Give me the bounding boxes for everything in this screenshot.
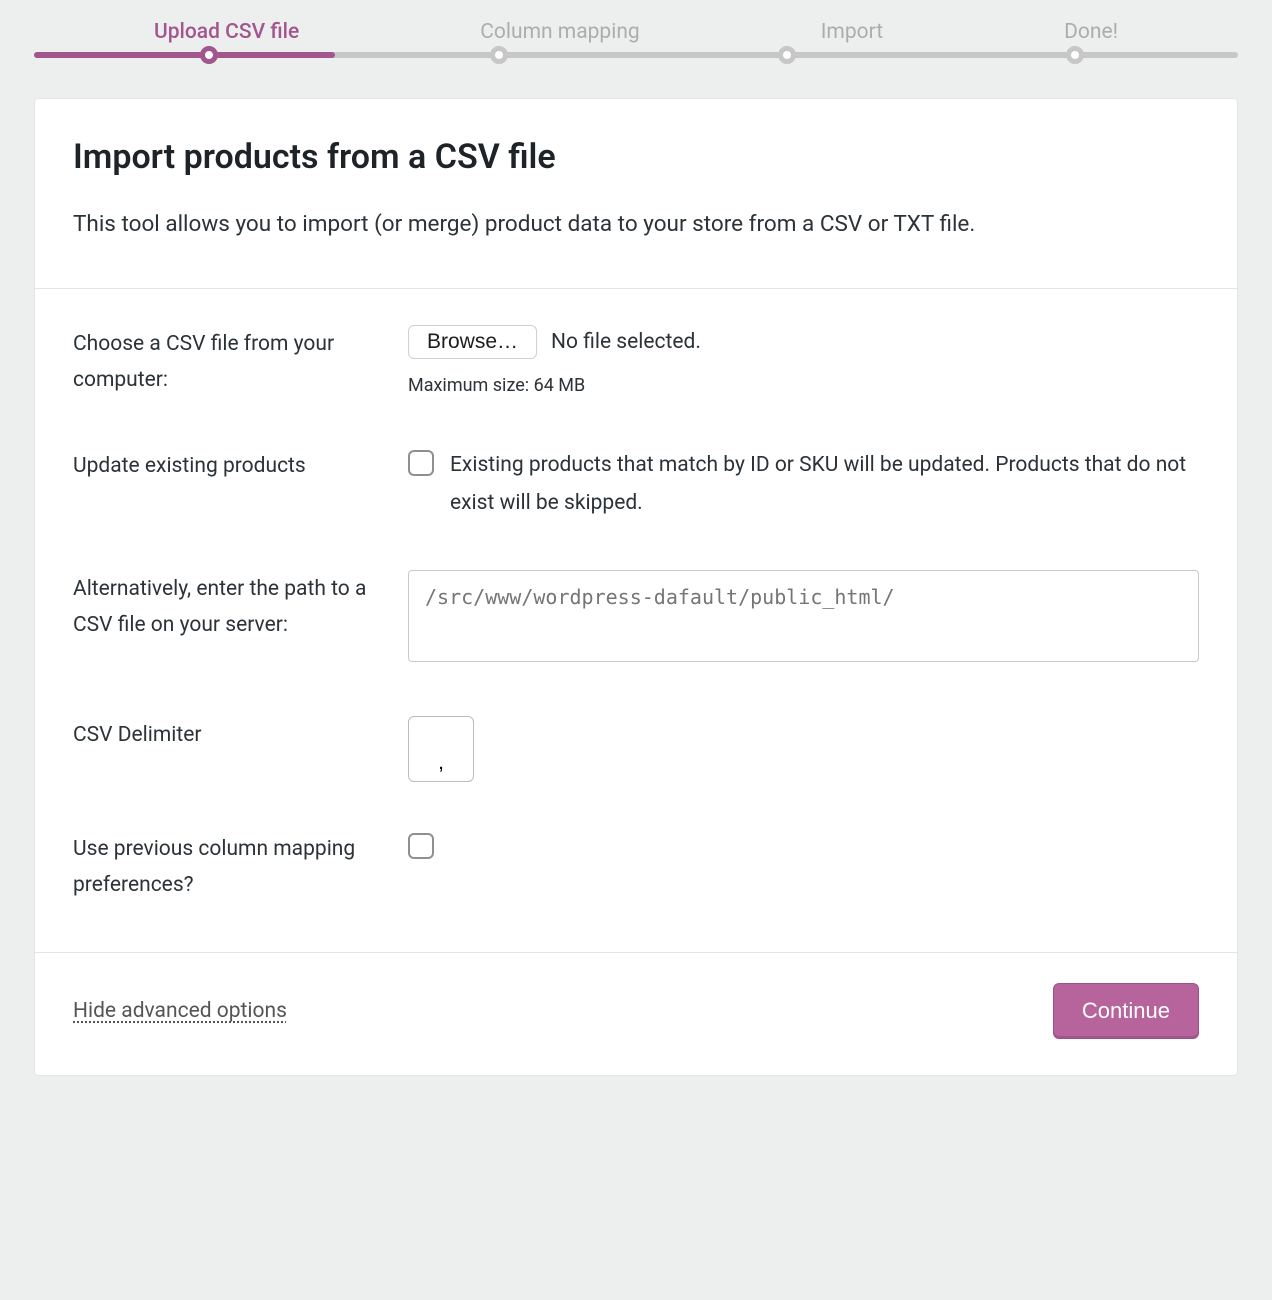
choose-file-label: Choose a CSV file from your computer: <box>73 325 408 398</box>
delimiter-input[interactable] <box>408 716 474 782</box>
server-path-label: Alternatively, enter the path to a CSV f… <box>73 570 408 643</box>
stepper: Upload CSV file Column mapping Import Do… <box>34 20 1238 62</box>
continue-button[interactable]: Continue <box>1053 983 1199 1039</box>
card-header: Import products from a CSV file This too… <box>35 99 1237 289</box>
page-title: Import products from a CSV file <box>73 137 1199 177</box>
import-card: Import products from a CSV file This too… <box>34 98 1238 1076</box>
step-dot-import <box>778 46 796 64</box>
update-existing-description: Existing products that match by ID or SK… <box>450 447 1199 523</box>
browse-button[interactable]: Browse… <box>408 325 537 359</box>
prev-mapping-checkbox[interactable] <box>408 833 434 859</box>
step-dot-done <box>1066 46 1084 64</box>
server-path-input[interactable] <box>408 570 1199 662</box>
prev-mapping-label: Use previous column mapping preferences? <box>73 830 408 903</box>
toggle-advanced-link[interactable]: Hide advanced options <box>73 999 287 1023</box>
card-body: Choose a CSV file from your computer: Br… <box>35 289 1237 951</box>
row-prev-mapping: Use previous column mapping preferences? <box>73 830 1199 903</box>
update-existing-checkbox[interactable] <box>408 450 434 476</box>
row-delimiter: CSV Delimiter <box>73 716 1199 782</box>
row-server-path: Alternatively, enter the path to a CSV f… <box>73 570 1199 668</box>
stepper-fill <box>34 52 335 58</box>
step-dot-mapping <box>490 46 508 64</box>
max-size-hint: Maximum size: 64 MB <box>408 375 1199 396</box>
row-update-existing: Update existing products Existing produc… <box>73 447 1199 523</box>
row-choose-file: Choose a CSV file from your computer: Br… <box>73 325 1199 398</box>
step-dot-upload <box>200 46 218 64</box>
file-status: No file selected. <box>551 330 701 354</box>
update-existing-label: Update existing products <box>73 447 408 485</box>
card-footer: Hide advanced options Continue <box>35 952 1237 1075</box>
page-description: This tool allows you to import (or merge… <box>73 205 1199 244</box>
delimiter-label: CSV Delimiter <box>73 716 408 754</box>
